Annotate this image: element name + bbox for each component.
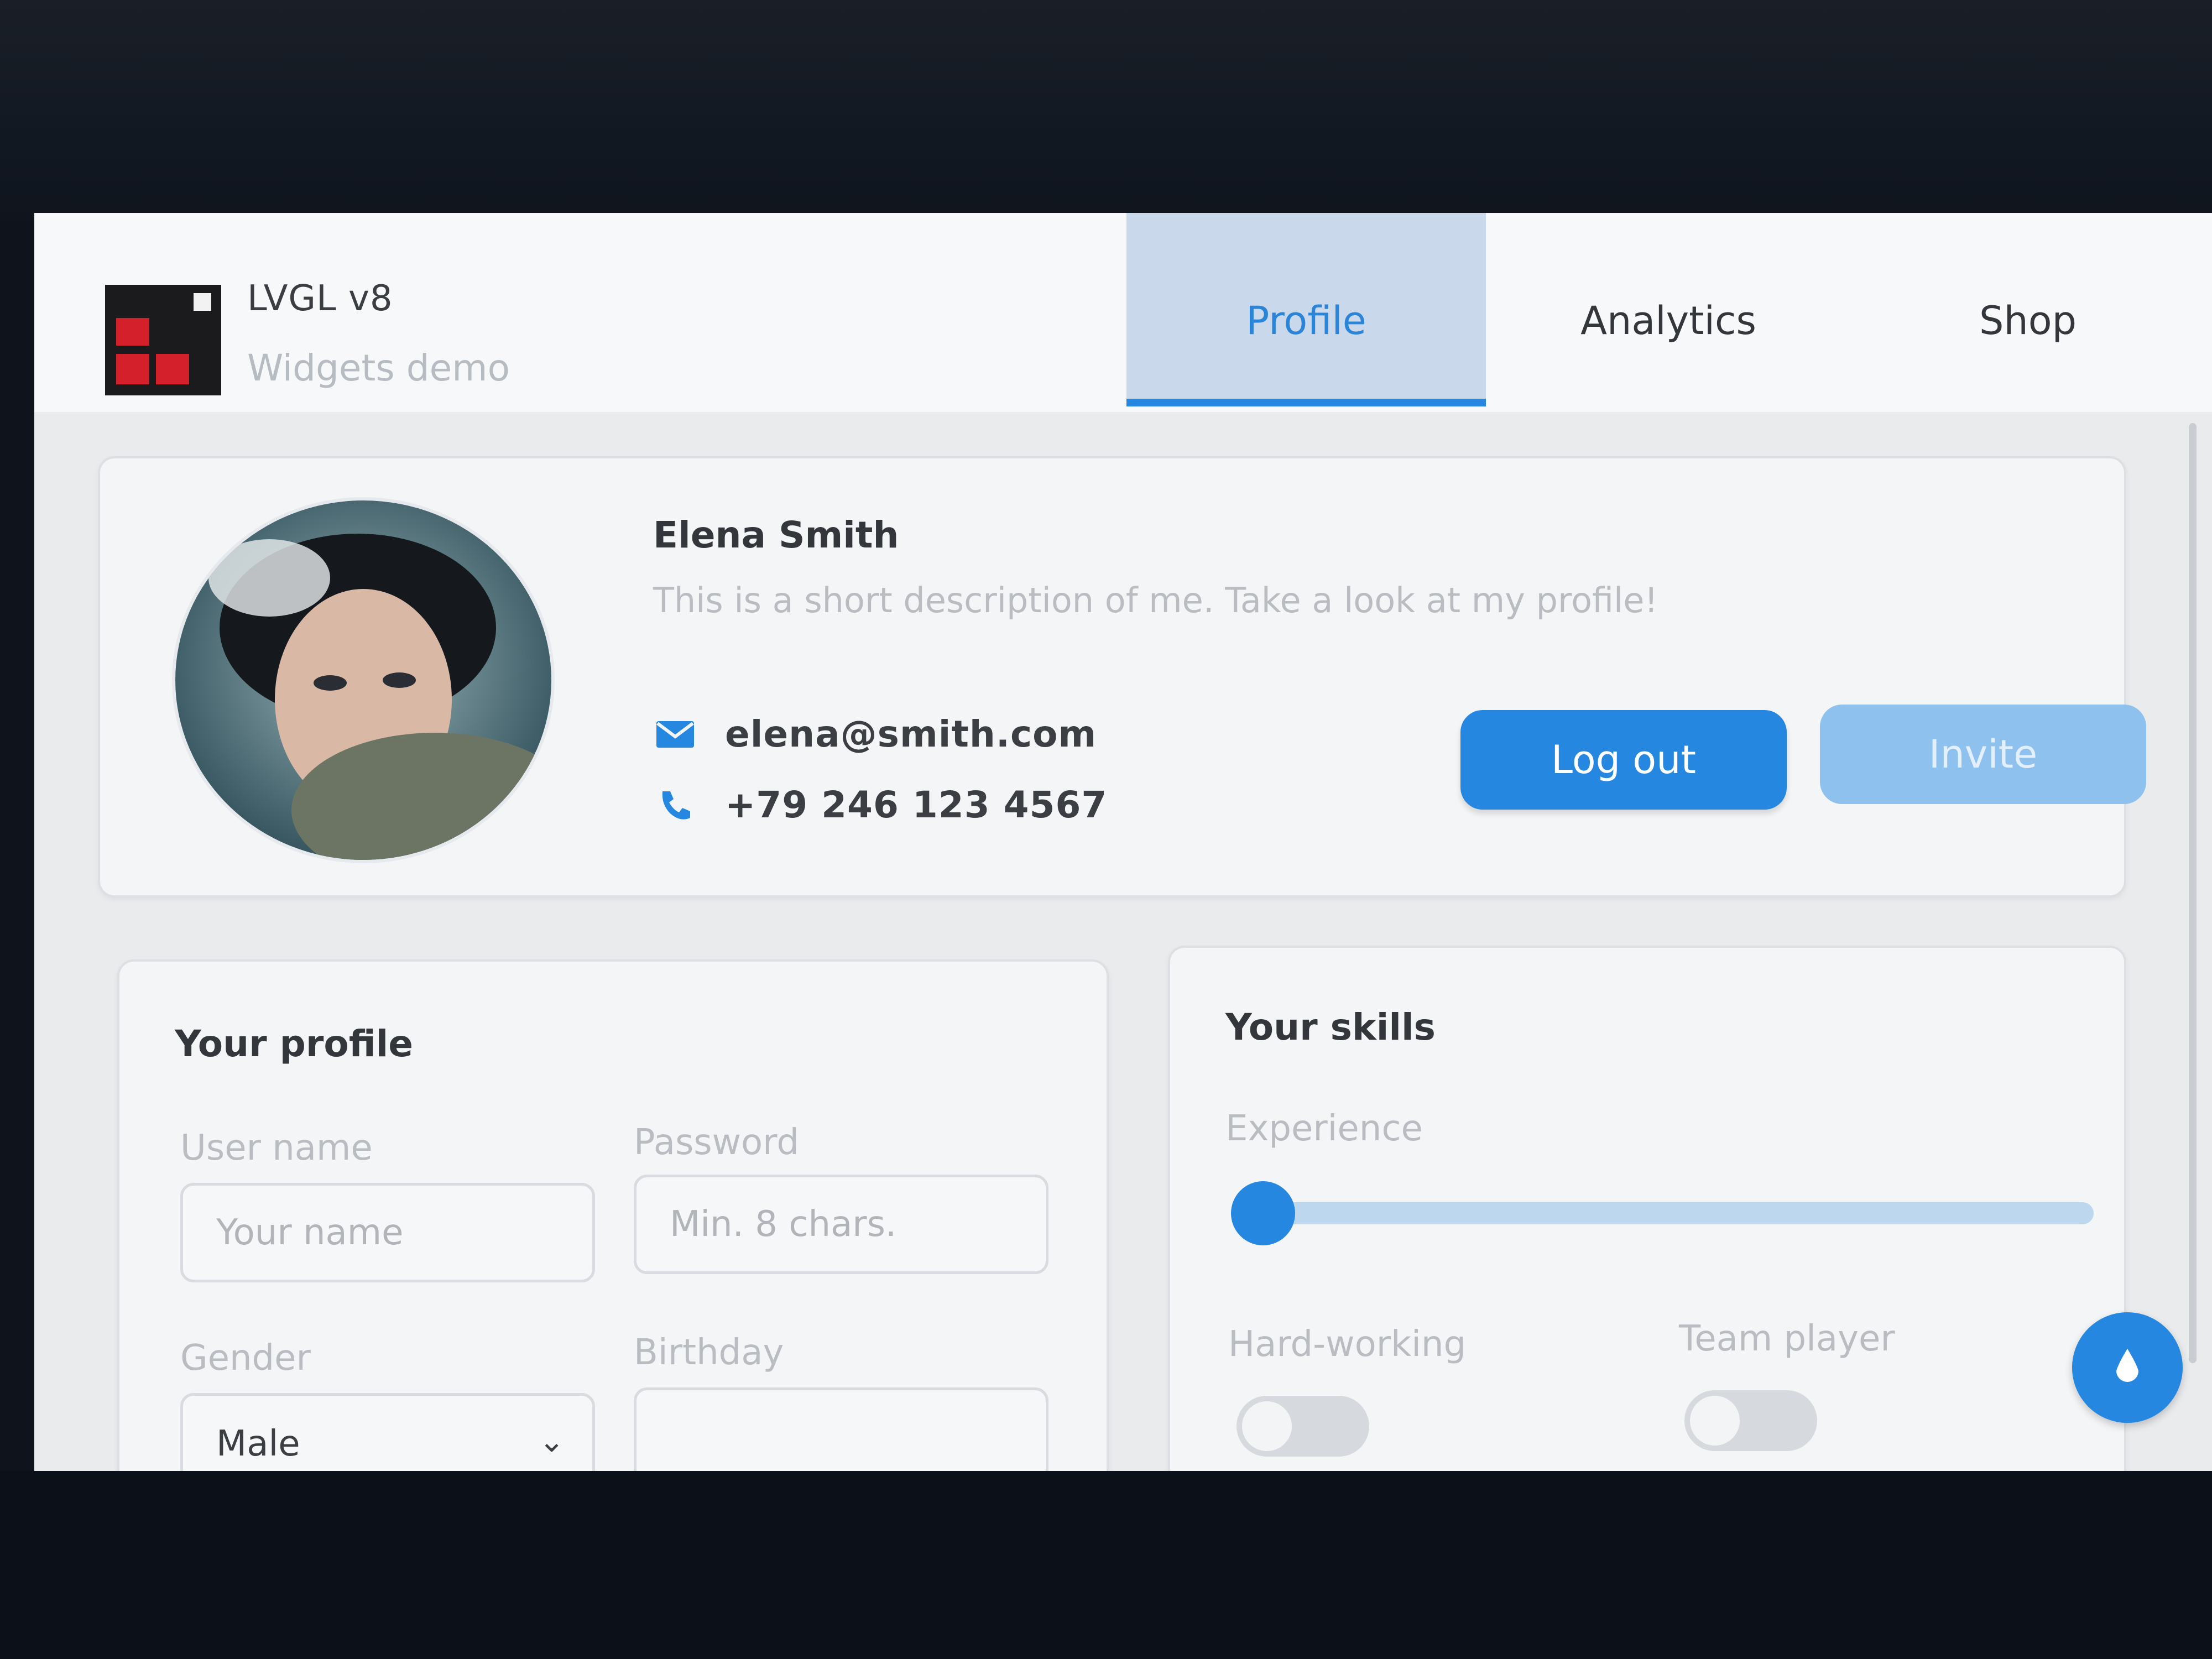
tab-analytics[interactable]: Analytics (1489, 213, 1848, 406)
lvgl-display: LVGL v8 Widgets demo Profile Analytics S… (34, 213, 2212, 1471)
logout-button[interactable]: Log out (1460, 710, 1787, 810)
invite-button[interactable]: Invite (1820, 705, 2146, 804)
monitor-bezel-bottom (0, 1471, 2212, 1659)
gender-dropdown[interactable]: Male ⌄ (180, 1393, 595, 1471)
experience-label: Experience (1225, 1108, 1423, 1149)
tab-content: Elena Smith This is a short description … (34, 412, 2212, 1471)
gender-label: Gender (180, 1338, 311, 1379)
scrollbar[interactable] (2189, 423, 2197, 1363)
tab-shop-label: Shop (1979, 298, 2077, 343)
password-label: Password (634, 1122, 799, 1163)
profile-card: Elena Smith This is a short description … (98, 456, 2146, 898)
teamplayer-switch-knob (1690, 1396, 1740, 1446)
profile-description: This is a short description of me. Take … (653, 580, 1658, 620)
envelope-icon (653, 715, 697, 754)
monitor-bezel-top (0, 0, 2212, 232)
email-row: elena@smith.com (653, 713, 1097, 755)
username-label: User name (180, 1128, 373, 1168)
header: LVGL v8 Widgets demo Profile Analytics S… (34, 213, 2212, 412)
hardworking-label: Hard-working (1228, 1324, 1467, 1365)
teamplayer-switch[interactable] (1684, 1390, 1817, 1451)
your-profile-title: Your profile (175, 1022, 414, 1065)
password-input[interactable]: Min. 8 chars. (634, 1175, 1048, 1274)
hardworking-switch[interactable] (1237, 1396, 1369, 1457)
your-profile-card: Your profile User name Your name Passwor… (117, 959, 1109, 1471)
profile-phone: +79 246 123 4567 (725, 784, 1108, 826)
gender-value: Male (216, 1423, 300, 1464)
experience-slider[interactable] (1231, 1181, 2094, 1245)
avatar-photo (175, 500, 551, 860)
teamplayer-label: Team player (1679, 1318, 1895, 1359)
experience-slider-knob[interactable] (1231, 1181, 1295, 1245)
birthday-label: Birthday (634, 1332, 784, 1373)
profile-email: elena@smith.com (725, 713, 1097, 755)
hardworking-switch-knob (1242, 1401, 1292, 1451)
username-placeholder: Your name (216, 1212, 404, 1253)
profile-name: Elena Smith (653, 514, 899, 556)
tab-profile[interactable]: Profile (1126, 213, 1486, 406)
color-picker-button[interactable] (2072, 1312, 2183, 1423)
password-placeholder: Min. 8 chars. (670, 1204, 897, 1245)
droplet-icon (2116, 1349, 2138, 1382)
avatar (172, 497, 555, 863)
logout-button-label: Log out (1551, 737, 1696, 782)
tab-shop[interactable]: Shop (1848, 213, 2208, 406)
phone-row: +79 246 123 4567 (653, 784, 1107, 826)
birthday-input[interactable] (634, 1387, 1048, 1471)
your-skills-title: Your skills (1225, 1006, 1436, 1048)
app-title: LVGL v8 (247, 278, 393, 319)
invite-button-label: Invite (1928, 732, 2038, 777)
app-subtitle: Widgets demo (247, 347, 510, 389)
your-skills-card: Your skills Experience Hard-working Team… (1168, 946, 2126, 1471)
lvgl-logo (105, 285, 221, 395)
chevron-down-icon: ⌄ (539, 1423, 565, 1459)
username-input[interactable]: Your name (180, 1183, 595, 1282)
phone-icon (653, 786, 697, 825)
tab-analytics-label: Analytics (1580, 298, 1756, 343)
tab-profile-label: Profile (1246, 298, 1366, 343)
